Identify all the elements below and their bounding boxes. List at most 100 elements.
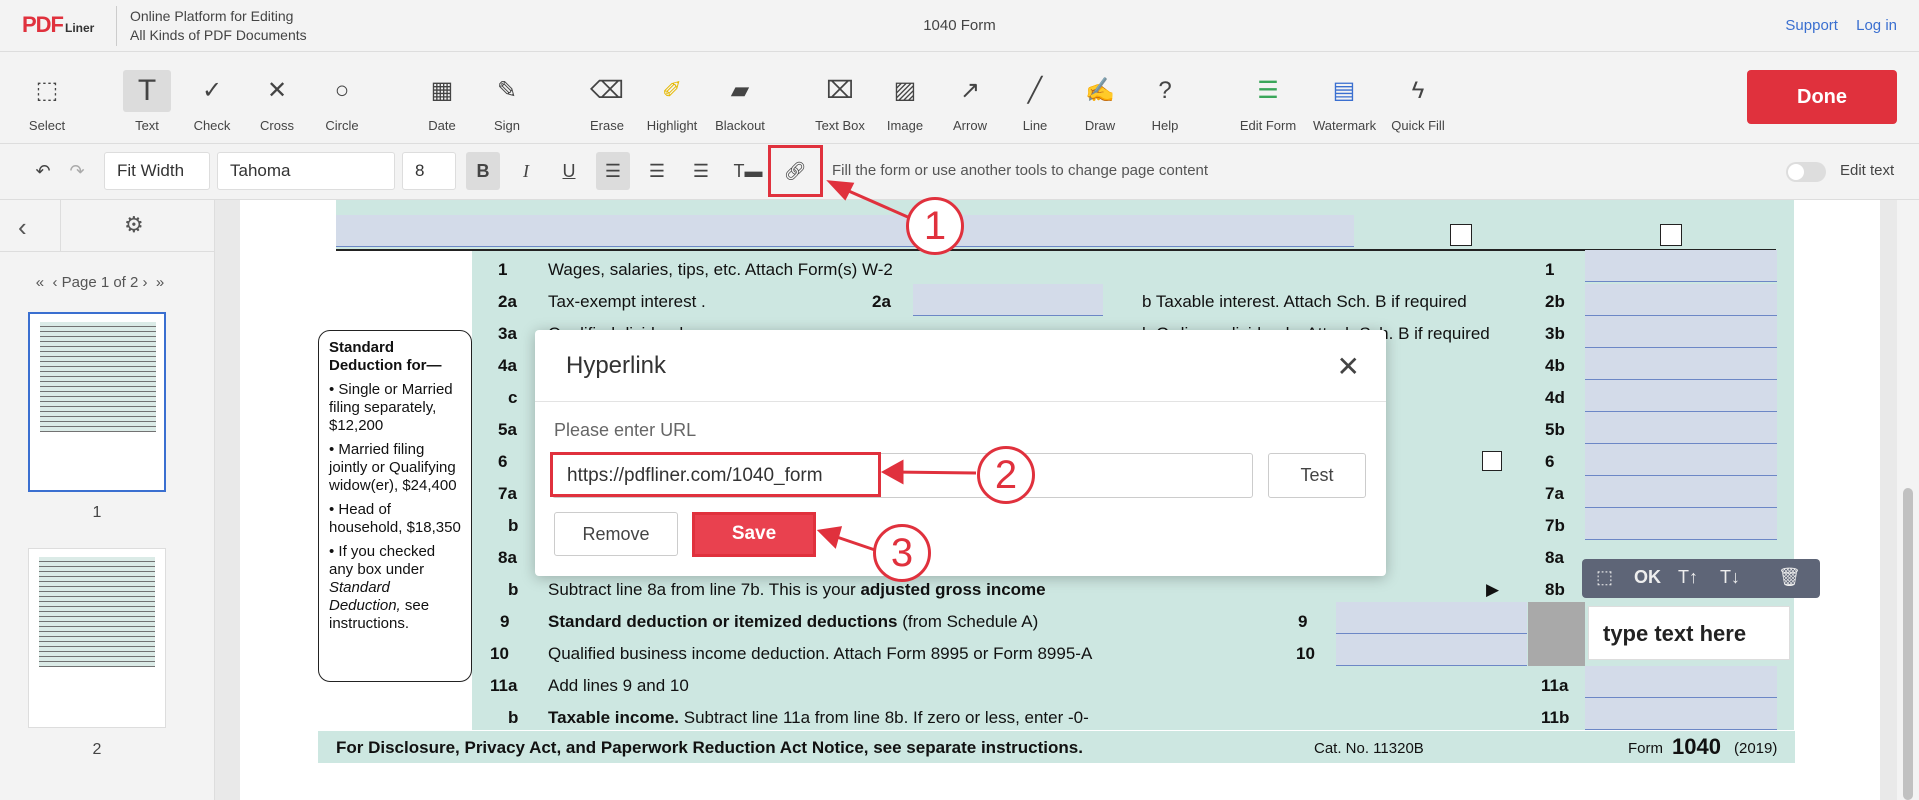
tool-circle[interactable]: ○ Circle — [311, 70, 373, 140]
form-field[interactable] — [1585, 380, 1777, 412]
form-field[interactable] — [913, 284, 1103, 316]
ok-button[interactable]: OK — [1634, 567, 1661, 588]
line-text: Wages, salaries, tips, etc. Attach Form(… — [548, 260, 893, 279]
last-page-icon[interactable]: » — [156, 274, 164, 291]
footer-notice: For Disclosure, Privacy Act, and Paperwo… — [336, 738, 1083, 757]
move-icon[interactable]: ⬚ — [1596, 567, 1613, 588]
font-size-select[interactable]: 8 — [402, 152, 456, 190]
tool-cross[interactable]: ✕ Cross — [246, 70, 308, 140]
line-text: Add lines 9 and 10 — [548, 676, 689, 695]
close-icon[interactable]: ✕ — [1337, 350, 1360, 383]
form-field[interactable] — [1585, 508, 1777, 540]
tool-arrow[interactable]: ↗ Arrow — [939, 70, 1001, 140]
form-rule — [336, 249, 1776, 251]
scrollbar-thumb[interactable] — [1903, 488, 1913, 800]
tool-erase[interactable]: ⌫ Erase — [576, 70, 638, 140]
tool-blackout[interactable]: ▰ Blackout — [709, 70, 771, 140]
deduction-note: • If you checked any box under Standard … — [329, 543, 436, 632]
checkbox[interactable] — [1660, 224, 1682, 246]
align-left-button[interactable]: ☰ — [596, 152, 630, 190]
highlight-box-url — [550, 452, 881, 497]
form-field[interactable] — [1585, 348, 1777, 380]
form-field[interactable] — [1585, 666, 1777, 698]
arrow-marker: ▶ — [1486, 580, 1500, 599]
line-number: 4a — [498, 356, 517, 375]
tool-highlight[interactable]: ✐ Highlight — [641, 70, 703, 140]
form-field[interactable] — [1585, 476, 1777, 508]
text-annotation[interactable]: type text here — [1588, 606, 1790, 660]
line-number: b — [508, 580, 519, 599]
undo-icon[interactable]: ↶ — [28, 152, 58, 190]
image-icon: ▨ — [893, 77, 917, 104]
prev-page-icon[interactable]: ‹ — [52, 274, 57, 291]
tool-sign[interactable]: ✎ Sign — [476, 70, 538, 140]
tool-help[interactable]: ? Help — [1134, 70, 1196, 140]
line-number: 6 — [498, 452, 508, 471]
login-link[interactable]: Log in — [1856, 17, 1897, 34]
tool-date[interactable]: ▦ Date — [411, 70, 473, 140]
font-family-select[interactable]: Tahoma — [217, 152, 395, 190]
tool-image[interactable]: ▨ Image — [874, 70, 936, 140]
align-center-button[interactable]: ☰ — [640, 152, 674, 190]
align-right-button[interactable]: ☰ — [684, 152, 718, 190]
line-number: c — [508, 388, 518, 407]
sidebar-scrollbar[interactable] — [195, 310, 211, 800]
form-field[interactable] — [1585, 444, 1777, 476]
tool-textbox[interactable]: ⌧ Text Box — [809, 70, 871, 140]
line-number: 9 — [500, 612, 510, 631]
bold-button[interactable]: B — [466, 152, 500, 190]
tool-check[interactable]: ✓ Check — [181, 70, 243, 140]
footer-form-year: (2019) — [1734, 740, 1778, 757]
form-field[interactable] — [336, 215, 1354, 247]
form-field[interactable] — [1585, 698, 1777, 730]
line-icon: ╱ — [1027, 77, 1043, 104]
decrease-font-icon[interactable]: T↓ — [1720, 567, 1740, 588]
remove-button[interactable]: Remove — [554, 512, 678, 556]
checkbox[interactable] — [1450, 224, 1472, 246]
tool-select[interactable]: ⬚ Select — [16, 70, 78, 140]
zoom-select[interactable]: Fit Width — [104, 152, 210, 190]
page-thumbnail-1[interactable] — [28, 312, 166, 492]
redo-icon[interactable]: ↷ — [62, 152, 92, 190]
italic-button[interactable]: I — [509, 152, 543, 190]
form-field[interactable] — [1336, 602, 1527, 634]
checkbox[interactable] — [1482, 451, 1502, 471]
line-number-mid: 10 — [1296, 644, 1315, 663]
increase-font-icon[interactable]: T↑ — [1678, 567, 1698, 588]
collapse-sidebar-icon[interactable]: ‹ — [18, 212, 27, 243]
delete-icon[interactable]: 🗑︎ — [1778, 567, 1801, 588]
test-button[interactable]: Test — [1268, 453, 1366, 498]
form-field[interactable] — [1585, 250, 1777, 282]
tool-text[interactable]: T Text — [116, 70, 178, 140]
done-button[interactable]: Done — [1747, 70, 1897, 124]
line-number-right: 1 — [1545, 260, 1555, 279]
tool-line[interactable]: ╱ Line — [1004, 70, 1066, 140]
tool-draw[interactable]: ✍ Draw — [1069, 70, 1131, 140]
line-number-right: 8b — [1545, 580, 1565, 599]
tool-edit-form[interactable]: ☰ Edit Form — [1237, 70, 1299, 140]
form-field[interactable] — [1585, 316, 1777, 348]
next-page-icon[interactable]: › — [143, 274, 148, 291]
tool-quick-fill[interactable]: ϟ Quick Fill — [1387, 70, 1449, 140]
line-number: 3a — [498, 324, 517, 343]
page-indicator: Page 1 of 2 — [61, 274, 139, 291]
form-field[interactable] — [1585, 412, 1777, 444]
first-page-icon[interactable]: « — [36, 274, 44, 291]
tool-watermark[interactable]: ▤ Watermark — [1313, 70, 1376, 140]
footer-form-number: 1040 — [1672, 734, 1721, 759]
line-text: Standard deduction or itemized deduction… — [548, 612, 1039, 631]
page-settings-icon[interactable]: ⚙ — [124, 212, 144, 238]
page-thumbnail-2[interactable] — [28, 548, 166, 728]
app-header: PDF Liner Online Platform for Editing All… — [0, 0, 1919, 52]
line-text: Tax-exempt interest . — [548, 292, 706, 311]
form-field[interactable] — [1585, 284, 1777, 316]
edit-text-toggle[interactable] — [1786, 162, 1826, 182]
line-number: 2a — [498, 292, 517, 311]
form-field[interactable] — [1336, 634, 1527, 666]
support-link[interactable]: Support — [1785, 17, 1838, 34]
underline-button[interactable]: U — [552, 152, 586, 190]
cross-icon: ✕ — [266, 77, 288, 104]
document-scrollbar[interactable] — [1897, 200, 1919, 800]
text-color-icon[interactable]: T▬ — [728, 152, 768, 190]
dialog-header: Hyperlink ✕ — [535, 330, 1386, 402]
